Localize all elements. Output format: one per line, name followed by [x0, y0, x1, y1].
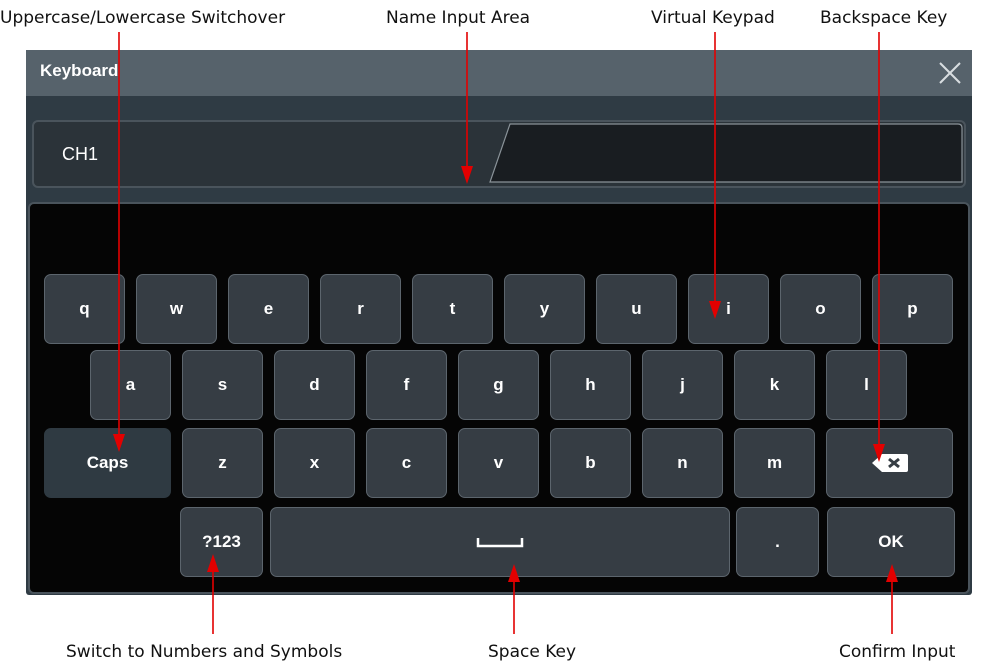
key-s[interactable]: s — [182, 350, 263, 420]
annotation-backspace: Backspace Key — [820, 8, 948, 28]
name-input-value: CH1 — [62, 144, 99, 164]
key-e[interactable]: e — [228, 274, 309, 344]
key-l[interactable]: l — [826, 350, 907, 420]
annotation-name-input: Name Input Area — [386, 8, 531, 28]
annotation-confirm: Confirm Input — [839, 642, 956, 662]
key-c[interactable]: c — [366, 428, 447, 498]
key-v[interactable]: v — [458, 428, 539, 498]
key-m[interactable]: m — [734, 428, 815, 498]
window-title: Keyboard — [40, 61, 119, 80]
period-key[interactable]: . — [736, 507, 819, 577]
name-input-area[interactable]: CH1 — [32, 120, 966, 188]
key-f[interactable]: f — [366, 350, 447, 420]
key-x[interactable]: x — [274, 428, 355, 498]
keyboard-window: Keyboard CH1 q w e r t y u i o p a s d f… — [26, 50, 972, 595]
key-z[interactable]: z — [182, 428, 263, 498]
ok-key[interactable]: OK — [827, 507, 955, 577]
backspace-icon — [871, 454, 908, 472]
title-bar: Keyboard — [26, 50, 972, 96]
key-u[interactable]: u — [596, 274, 677, 344]
annotation-space: Space Key — [488, 642, 577, 662]
key-t[interactable]: t — [412, 274, 493, 344]
virtual-keypad: q w e r t y u i o p a s d f g h j k l Ca… — [28, 202, 970, 594]
caps-key[interactable]: Caps — [44, 428, 171, 498]
key-q[interactable]: q — [44, 274, 125, 344]
key-n[interactable]: n — [642, 428, 723, 498]
space-icon — [476, 538, 524, 548]
annotation-caps-switch: Uppercase/Lowercase Switchover — [0, 8, 286, 28]
space-key[interactable] — [270, 507, 730, 577]
key-y[interactable]: y — [504, 274, 585, 344]
close-icon[interactable] — [938, 61, 962, 85]
key-r[interactable]: r — [320, 274, 401, 344]
key-a[interactable]: a — [90, 350, 171, 420]
key-w[interactable]: w — [136, 274, 217, 344]
key-i[interactable]: i — [688, 274, 769, 344]
annotation-virtual-keypad: Virtual Keypad — [651, 8, 775, 28]
key-j[interactable]: j — [642, 350, 723, 420]
key-o[interactable]: o — [780, 274, 861, 344]
key-k[interactable]: k — [734, 350, 815, 420]
numbers-symbols-key[interactable]: ?123 — [180, 507, 263, 577]
key-d[interactable]: d — [274, 350, 355, 420]
key-b[interactable]: b — [550, 428, 631, 498]
key-p[interactable]: p — [872, 274, 953, 344]
backspace-key[interactable] — [826, 428, 953, 498]
key-g[interactable]: g — [458, 350, 539, 420]
key-h[interactable]: h — [550, 350, 631, 420]
name-input-field-shape — [489, 123, 963, 183]
annotation-numbers-symbols: Switch to Numbers and Symbols — [66, 642, 343, 662]
